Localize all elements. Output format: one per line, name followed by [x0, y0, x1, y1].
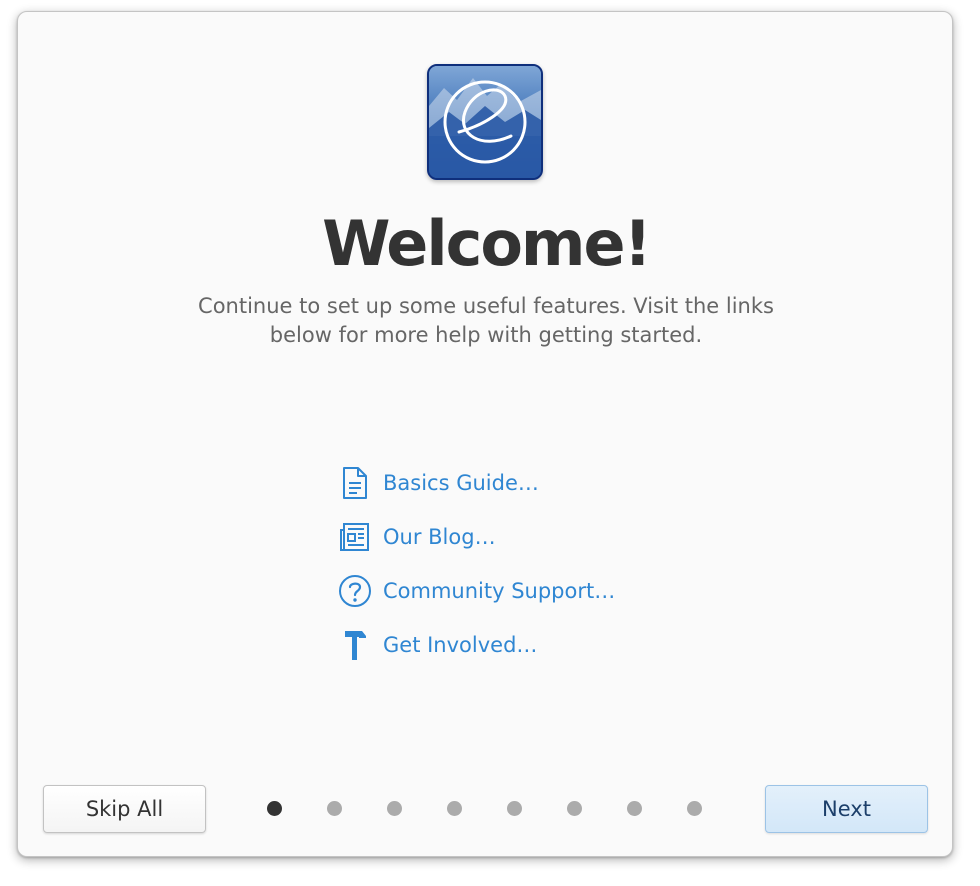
help-icon: [338, 574, 372, 608]
welcome-subtitle: Continue to set up some useful features.…: [198, 294, 774, 347]
document-icon: [338, 466, 372, 500]
welcome-window: Welcome! Continue to set up some useful …: [17, 11, 953, 857]
community-support-label: Community Support…: [383, 579, 616, 603]
our-blog-link[interactable]: Our Blog…: [338, 510, 698, 564]
page-dot-8[interactable]: [687, 801, 702, 816]
newspaper-icon: [338, 520, 372, 554]
page-dot-2[interactable]: [327, 801, 342, 816]
community-support-link[interactable]: Community Support…: [338, 564, 698, 618]
page-dot-1[interactable]: [267, 801, 282, 816]
basics-guide-label: Basics Guide…: [383, 471, 539, 495]
get-involved-label: Get Involved…: [383, 633, 538, 657]
basics-guide-link[interactable]: Basics Guide…: [338, 456, 698, 510]
hammer-icon: [338, 628, 372, 662]
page-dot-5[interactable]: [507, 801, 522, 816]
page-dot-7[interactable]: [627, 801, 642, 816]
help-links-list: Basics Guide… Our Blog… Community Suppor…: [338, 456, 698, 672]
next-button[interactable]: Next: [765, 785, 928, 833]
welcome-title: Welcome!: [322, 207, 652, 280]
page-dot-3[interactable]: [387, 801, 402, 816]
skip-all-button[interactable]: Skip All: [43, 785, 206, 833]
get-involved-link[interactable]: Get Involved…: [338, 618, 698, 672]
page-dot-4[interactable]: [447, 801, 462, 816]
elementary-logo-icon: [427, 64, 543, 180]
our-blog-label: Our Blog…: [383, 525, 496, 549]
page-dot-6[interactable]: [567, 801, 582, 816]
